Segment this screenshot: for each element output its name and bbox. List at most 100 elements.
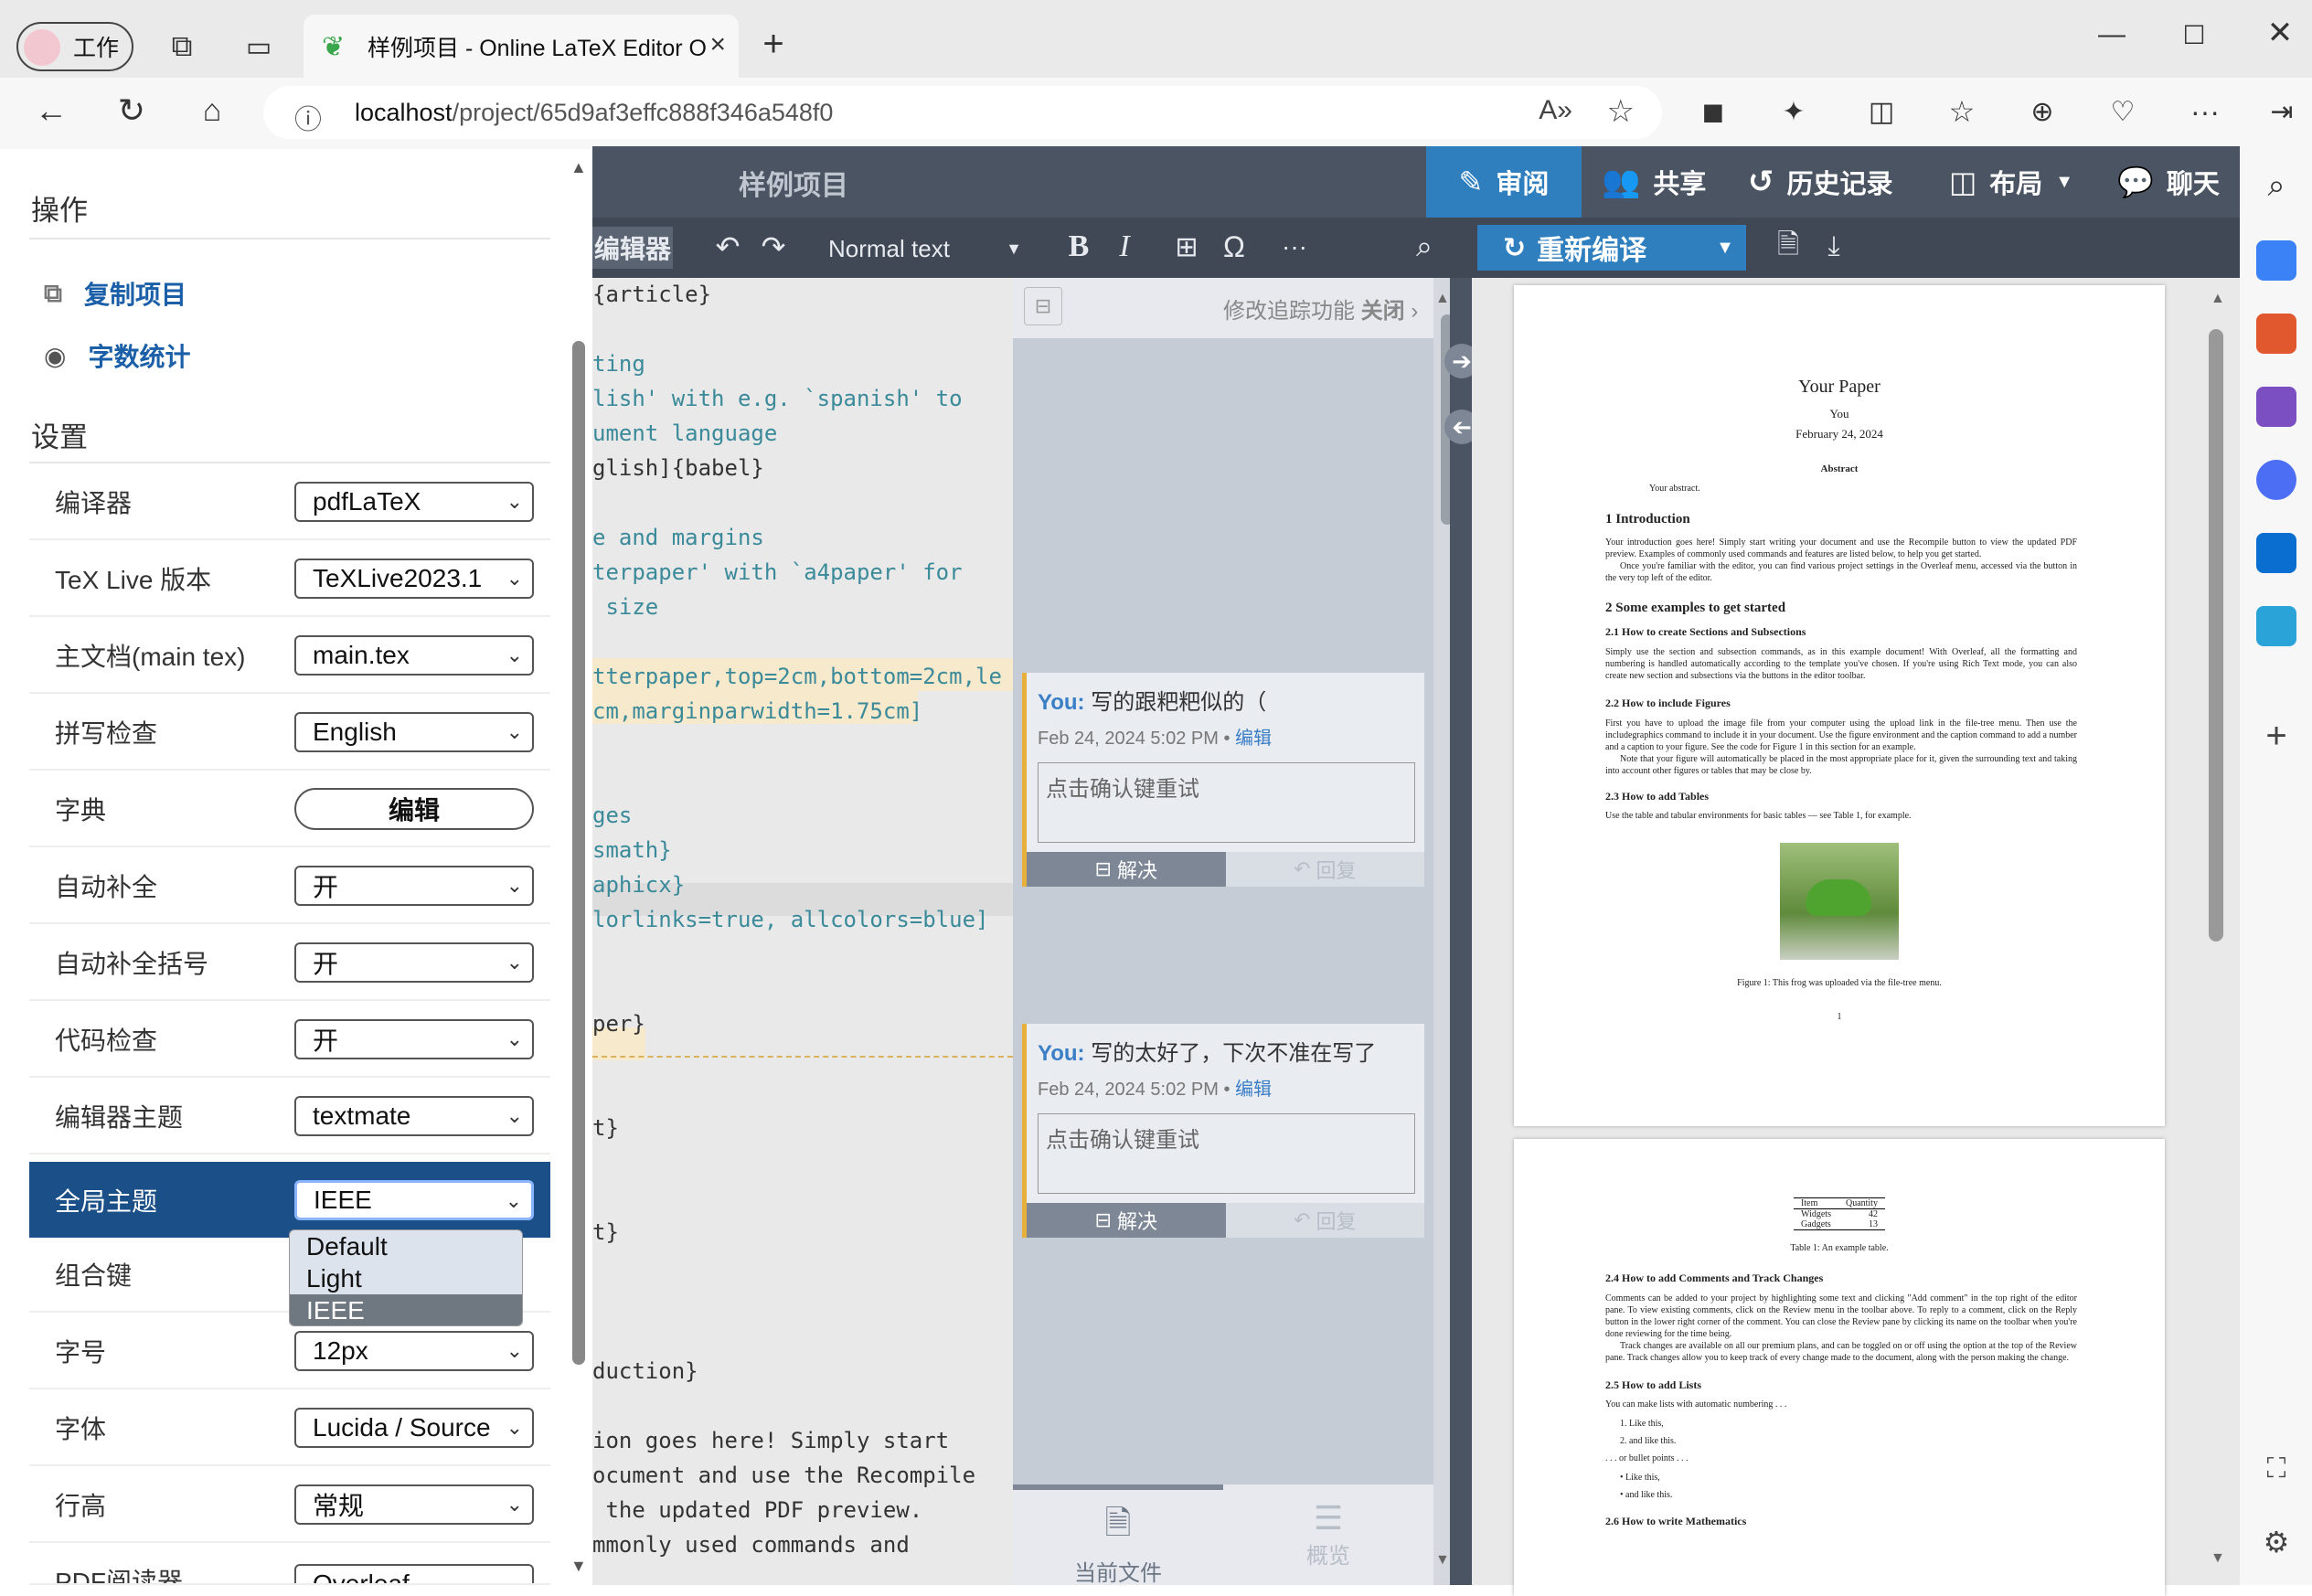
scroll-up-icon[interactable]: ▲: [570, 158, 587, 177]
workspace-button[interactable]: 工作: [16, 22, 133, 71]
more-options-icon[interactable]: ···: [1276, 229, 1313, 265]
dictionary-edit-button[interactable]: 编辑: [294, 787, 534, 830]
games-icon[interactable]: [2256, 387, 2296, 427]
editor-theme-select[interactable]: textmate ⌄: [294, 1095, 534, 1136]
logs-icon[interactable]: 🗎: [1770, 229, 1806, 265]
scroll-up-icon[interactable]: ▲: [1435, 291, 1450, 307]
sidebar-toggle-icon[interactable]: ⇥: [2262, 91, 2302, 132]
recompile-options-icon[interactable]: ▼: [1704, 225, 1746, 271]
collections-icon[interactable]: ⊕: [2022, 91, 2062, 132]
download-icon[interactable]: ⤓: [1816, 229, 1852, 265]
copy-project-link[interactable]: ⧉ 复制项目: [44, 275, 186, 312]
scroll-thumb[interactable]: [572, 341, 585, 1365]
browser-essentials-icon[interactable]: ♡: [2103, 91, 2143, 132]
main-doc-select[interactable]: main.tex ⌄: [294, 634, 534, 676]
text-style-select[interactable]: Normal text ▼: [828, 230, 1026, 267]
left-panel-scrollbar[interactable]: ▲ ▼: [569, 158, 591, 1584]
favorites-icon[interactable]: ☆: [1942, 91, 1982, 132]
bold-icon[interactable]: B: [1060, 229, 1097, 265]
scroll-down-icon[interactable]: ▼: [2211, 1550, 2225, 1567]
pane-splitter[interactable]: ▲ ▼ ➔ ➔: [1433, 278, 1479, 1585]
share-button[interactable]: 👥 共享: [1602, 146, 1706, 218]
texlive-select[interactable]: TeXLive2023.1 ⌄: [294, 558, 534, 599]
comment-reply-input[interactable]: 点击确认键重试: [1038, 762, 1415, 843]
browser-tab-active[interactable]: ❦ 样例项目 - Online LaTeX Editor O ×: [304, 15, 739, 78]
code-check-select[interactable]: 开 ⌄: [294, 1018, 534, 1059]
theme-option-ieee[interactable]: IEEE: [290, 1294, 522, 1325]
reply-button[interactable]: ↶ 回复: [1225, 852, 1424, 887]
reload-icon[interactable]: ↻: [112, 90, 152, 131]
reply-button[interactable]: ↶ 回复: [1225, 1203, 1424, 1238]
scroll-down-icon[interactable]: ▼: [570, 1557, 587, 1576]
theme-option-light[interactable]: Light: [290, 1262, 522, 1294]
italic-icon[interactable]: I: [1106, 229, 1143, 265]
comment-edit-link[interactable]: 编辑: [1235, 1080, 1272, 1100]
auto-brackets-select[interactable]: 开 ⌄: [294, 942, 534, 983]
back-icon[interactable]: ←: [31, 90, 71, 131]
theme-option-default[interactable]: Default: [290, 1230, 522, 1262]
close-window-icon[interactable]: ✕: [2262, 15, 2298, 51]
search-icon[interactable]: ⌕: [1406, 229, 1443, 265]
outlook-icon[interactable]: [2256, 533, 2296, 573]
track-changes-toggle[interactable]: 修改追踪功能 关闭 ›: [1223, 293, 1418, 325]
add-sidebar-app-icon[interactable]: +: [2256, 716, 2296, 756]
close-tab-icon[interactable]: ×: [709, 29, 726, 60]
history-button[interactable]: ↺ 历史记录: [1748, 146, 1893, 218]
editor-tab[interactable]: 编辑器: [592, 227, 673, 269]
favorite-star-icon[interactable]: ☆: [1607, 93, 1635, 130]
search-icon[interactable]: ⌕: [2256, 165, 2296, 206]
font-family-select[interactable]: Lucida / Source ⌄: [294, 1407, 534, 1448]
chat-button[interactable]: 💬 聊天: [2117, 146, 2220, 218]
code-line: lish' with e.g. `spanish' to: [592, 386, 963, 411]
resolve-button[interactable]: ⊟ 解决: [1027, 852, 1226, 887]
comment-reply-input[interactable]: 点击确认键重试: [1038, 1113, 1415, 1194]
tab-actions-icon[interactable]: ▭: [240, 27, 278, 66]
screenshot-icon[interactable]: ⛶: [2256, 1449, 2296, 1489]
scroll-down-icon[interactable]: ▼: [1435, 1552, 1450, 1569]
autocomplete-select[interactable]: 开 ⌄: [294, 865, 534, 906]
overall-theme-select[interactable]: IEEE ⌄: [294, 1179, 534, 1220]
layout-button[interactable]: ◫ 布局 ▼: [1949, 146, 2073, 218]
code-editor[interactable]: {article} ting lish' with e.g. `spanish' t…: [592, 278, 1013, 1585]
resolve-button[interactable]: ⊟ 解决: [1027, 1203, 1226, 1238]
tab-current-file[interactable]: 🗎 当前文件: [1013, 1499, 1223, 1587]
line-height-select[interactable]: 常规 ⌄: [294, 1484, 534, 1525]
settings-gear-icon[interactable]: ⚙: [2256, 1522, 2296, 1562]
code-line: duction}: [592, 1358, 698, 1384]
read-aloud-icon[interactable]: A»: [1539, 95, 1572, 126]
maximize-icon[interactable]: ☐: [2176, 16, 2212, 53]
extension-icon[interactable]: ◼: [1693, 91, 1733, 132]
undo-icon[interactable]: ↶: [709, 229, 746, 265]
word-count-link[interactable]: ◉ 字数统计: [44, 337, 190, 374]
tab-overview[interactable]: ☰ 概览: [1223, 1499, 1433, 1569]
comment-edit-link[interactable]: 编辑: [1235, 729, 1272, 749]
workspaces-icon[interactable]: ⧉: [163, 27, 201, 66]
pdf-splitter[interactable]: [1450, 278, 1472, 1585]
spellcheck-select[interactable]: English ⌄: [294, 711, 534, 752]
setting-label: 主文档(main tex): [55, 642, 246, 671]
send-drop-icon[interactable]: [2256, 606, 2296, 646]
symbol-icon[interactable]: Ω: [1216, 229, 1252, 265]
recompile-button[interactable]: ↻ 重新编译: [1477, 225, 1704, 271]
extensions-puzzle-icon[interactable]: ✦: [1774, 91, 1814, 132]
microsoft365-icon[interactable]: [2256, 460, 2296, 500]
compiler-select[interactable]: pdfLaTeX ⌄: [294, 481, 534, 522]
tools-briefcase-icon[interactable]: [2256, 314, 2296, 354]
new-tab-icon[interactable]: +: [753, 24, 794, 64]
more-menu-icon[interactable]: ···: [2185, 91, 2225, 132]
split-screen-icon[interactable]: ◫: [1861, 91, 1902, 132]
minimize-icon[interactable]: —: [2094, 16, 2130, 53]
math-icon[interactable]: ⊞: [1168, 229, 1205, 265]
review-button[interactable]: ✎ 审阅: [1426, 146, 1582, 218]
site-info-icon[interactable]: ⓘ: [294, 97, 322, 137]
home-icon[interactable]: ⌂: [192, 90, 232, 131]
url-field[interactable]: ⓘ localhost/project/65d9af3effc888f346a5…: [263, 86, 1662, 139]
font-size-select[interactable]: 12px ⌄: [294, 1330, 534, 1371]
pdf-viewer-select[interactable]: Overleaf: [294, 1564, 534, 1583]
scroll-up-icon[interactable]: ▲: [2211, 291, 2225, 307]
shopping-tag-icon[interactable]: [2256, 240, 2296, 281]
pdf-scroll-thumb[interactable]: [2209, 329, 2223, 942]
pdf-preview[interactable]: Your Paper You February 24, 2024 Abstrac…: [1472, 278, 2240, 1596]
inbox-icon[interactable]: ⊟: [1024, 287, 1062, 325]
redo-icon[interactable]: ↷: [755, 229, 792, 265]
